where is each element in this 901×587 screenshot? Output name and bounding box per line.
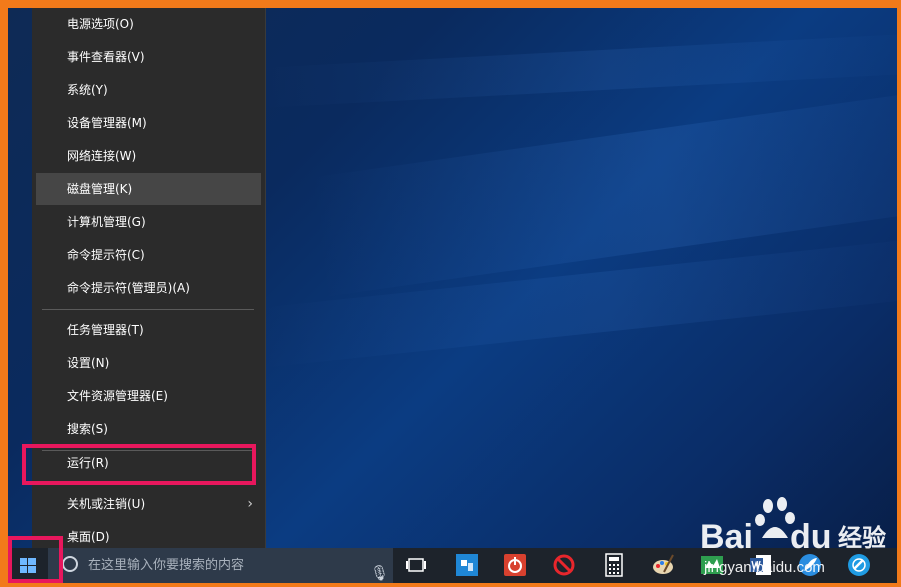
wallpaper-light-beam bbox=[258, 31, 897, 108]
menu-item-label: 计算机管理(G) bbox=[67, 215, 146, 229]
paint-icon[interactable] bbox=[650, 552, 676, 578]
menu-item-task-manager[interactable]: 任务管理器(T) bbox=[36, 314, 261, 346]
word-icon[interactable] bbox=[748, 552, 774, 578]
menu-item-settings[interactable]: 设置(N) bbox=[36, 347, 261, 379]
chevron-right-icon: › bbox=[247, 496, 253, 512]
menu-item-run[interactable]: 运行(R) bbox=[36, 447, 261, 479]
menu-item-computer-management[interactable]: 计算机管理(G) bbox=[36, 206, 261, 238]
menu-item-label: 事件查看器(V) bbox=[67, 50, 145, 64]
menu-item-event-viewer[interactable]: 事件查看器(V) bbox=[36, 41, 261, 73]
calculator-icon[interactable] bbox=[601, 552, 627, 578]
menu-item-power-options[interactable]: 电源选项(O) bbox=[36, 8, 261, 40]
feather-app-icon[interactable] bbox=[797, 552, 823, 578]
power-app-icon[interactable] bbox=[502, 552, 528, 578]
menu-item-label: 搜索(S) bbox=[67, 422, 108, 436]
menu-item-search[interactable]: 搜索(S) bbox=[36, 413, 261, 445]
menu-item-label: 电源选项(O) bbox=[67, 17, 134, 31]
windows-logo-icon bbox=[20, 558, 36, 573]
menu-item-label: 文件资源管理器(E) bbox=[67, 389, 168, 403]
menu-item-shutdown-signout[interactable]: 关机或注销(U) › bbox=[36, 488, 261, 520]
menu-item-system[interactable]: 系统(Y) bbox=[36, 74, 261, 106]
taskbar-search-box[interactable]: 在这里输入你要搜索的内容 🎙 bbox=[48, 548, 393, 583]
menu-item-label: 桌面(D) bbox=[67, 530, 110, 544]
menu-item-label: 设备管理器(M) bbox=[67, 116, 147, 130]
menu-item-label: 设置(N) bbox=[67, 356, 110, 370]
menu-item-label: 磁盘管理(K) bbox=[67, 182, 133, 196]
start-button[interactable] bbox=[8, 548, 48, 583]
menu-item-network-connections[interactable]: 网络连接(W) bbox=[36, 140, 261, 172]
menu-item-label: 运行(R) bbox=[67, 456, 109, 470]
menu-item-label: 系统(Y) bbox=[67, 83, 108, 97]
menu-item-label: 关机或注销(U) bbox=[67, 497, 146, 511]
menu-item-command-prompt-admin[interactable]: 命令提示符(管理员)(A) bbox=[36, 272, 261, 304]
menu-separator bbox=[42, 484, 254, 485]
menu-item-label: 任务管理器(T) bbox=[67, 323, 144, 337]
green-app-icon[interactable] bbox=[699, 552, 725, 578]
wallpaper-light-beam bbox=[258, 234, 897, 368]
menu-item-label: 命令提示符(C) bbox=[67, 248, 145, 262]
cortana-icon bbox=[62, 556, 78, 572]
menu-item-command-prompt[interactable]: 命令提示符(C) bbox=[36, 239, 261, 271]
no-entry-icon[interactable] bbox=[551, 552, 577, 578]
microphone-icon[interactable]: 🎙 bbox=[370, 556, 389, 583]
wallpaper-light-beam bbox=[308, 80, 897, 297]
taskbar: 在这里输入你要搜索的内容 🎙 bbox=[8, 548, 897, 583]
menu-item-label: 网络连接(W) bbox=[67, 149, 137, 163]
menu-item-label: 命令提示符(管理员)(A) bbox=[67, 281, 190, 295]
menu-item-disk-management[interactable]: 磁盘管理(K) bbox=[36, 173, 261, 205]
winx-context-menu: 电源选项(O) 事件查看器(V) 系统(Y) 设备管理器(M) 网络连接(W) … bbox=[32, 8, 266, 555]
search-placeholder: 在这里输入你要搜索的内容 bbox=[88, 558, 245, 573]
task-view-icon[interactable] bbox=[403, 552, 429, 578]
qq-browser-icon[interactable] bbox=[454, 552, 480, 578]
menu-item-file-explorer[interactable]: 文件资源管理器(E) bbox=[36, 380, 261, 412]
circle-app-icon[interactable] bbox=[846, 552, 872, 578]
desktop: 电源选项(O) 事件查看器(V) 系统(Y) 设备管理器(M) 网络连接(W) … bbox=[8, 8, 897, 583]
menu-separator bbox=[42, 309, 254, 310]
menu-item-device-manager[interactable]: 设备管理器(M) bbox=[36, 107, 261, 139]
paw-icon bbox=[755, 497, 795, 538]
